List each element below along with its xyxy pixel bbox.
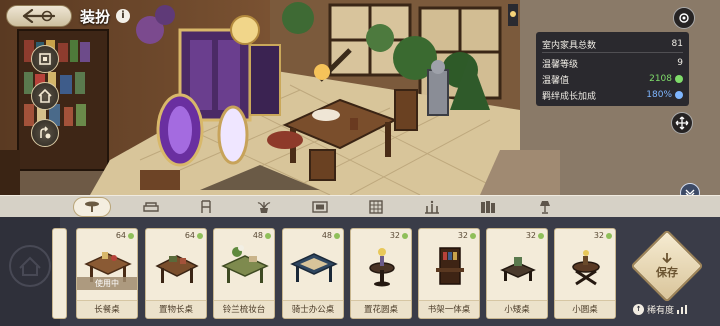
page-title: 装扮 [80,7,111,26]
books-icon [481,201,495,213]
download-arrow-icon [662,253,672,264]
home-icon [38,89,52,103]
frame-icon [312,201,328,213]
stat-label: 温馨值 [542,75,570,86]
item-count: 32 [457,231,468,240]
count-coin-icon [197,232,203,239]
small-round-table-image [572,250,600,286]
item-card[interactable]: 48 骑士办公桌 [282,228,344,319]
count-coin-icon [334,232,340,239]
bookshelf-desk-image [436,247,464,285]
table-icon [85,201,99,212]
stat-cozy-value: 温馨值 2108 [542,71,683,87]
stat-bond-bonus: 羁绊成长加成 180% [542,87,683,103]
stat-value: 9 [677,58,683,68]
item-card[interactable]: 32 小圆桌 [554,228,616,319]
item-name: 书架一体桌 [419,300,479,318]
stat-cozy-level: 温馨等级 9 [542,55,683,71]
stat-label: 羁绊成长加成 [542,91,597,102]
item-card[interactable]: 64 使用中 长餐桌 [76,228,138,319]
tab-rugs[interactable] [357,197,395,217]
rotate-hand-icon [40,126,51,139]
camera-button[interactable] [673,7,695,29]
item-name: 置花圆桌 [351,300,411,318]
rarity-sort[interactable]: ↑ 稀有度 [633,303,688,316]
count-coin-icon [606,232,612,239]
plant-icon [257,202,271,213]
sofa-icon [143,202,159,212]
stat-value: 180% [646,90,672,100]
item-count: 32 [389,231,400,240]
layout-frame-button[interactable] [31,45,59,73]
item-card-partial[interactable] [52,228,67,319]
bond-gem-icon [675,91,683,99]
flower-round-table-image [369,248,395,287]
layout-frame-icon [39,53,51,65]
stat-value: 81 [671,39,683,49]
item-name: 小矮桌 [487,300,547,318]
back-button[interactable] [6,5,72,27]
item-count: 32 [593,231,604,240]
rotate-hand-button[interactable] [31,119,59,147]
move-arrows-icon [675,116,689,130]
item-card[interactable]: 64 置物长桌 [145,228,207,319]
tab-sofas[interactable] [132,197,170,217]
sort-icon: ↑ [633,304,644,315]
title-bar: 装扮 i [6,4,131,28]
item-card[interactable]: 32 小矮桌 [486,228,548,319]
item-count: 48 [321,231,332,240]
count-coin-icon [128,232,134,239]
item-count: 48 [252,231,263,240]
tab-tables[interactable] [73,197,111,217]
item-count: 32 [525,231,536,240]
item-name: 小圆桌 [555,300,615,318]
count-coin-icon [470,232,476,239]
bar-sort-icon [677,305,688,314]
tab-lamps[interactable] [526,197,564,217]
item-name: 骑士办公桌 [283,300,343,318]
camera-icon [679,13,689,23]
tab-plants[interactable] [245,197,283,217]
stat-total-furniture: 室内家具总数 81 [542,36,683,53]
count-coin-icon [538,232,544,239]
room-scene[interactable]: 装扮 i 室内家具总数 81 温馨等级 9 温馨值 2108 羁绊成长加成 18… [0,0,720,195]
lamp-icon [540,201,550,214]
tab-books[interactable] [469,197,507,217]
house-badge-icon [9,245,51,287]
item-name: 长餐桌 [77,300,137,318]
count-coin-icon [402,232,408,239]
stat-label: 室内家具总数 [542,40,597,51]
move-button[interactable] [671,112,693,134]
back-arrow-icon [22,9,56,23]
storage-long-table-image [155,255,199,283]
rug-icon [369,200,383,214]
home-button[interactable] [31,82,59,110]
item-count: 64 [184,231,195,240]
tab-frames[interactable] [301,197,339,217]
save-button-content[interactable]: 保存 [641,240,693,292]
tab-chairs[interactable] [187,197,225,217]
save-label: 保存 [656,266,678,279]
item-name: 置物长桌 [146,300,206,318]
low-table-image [500,257,536,281]
category-bar [0,195,720,217]
info-icon[interactable]: i [116,9,131,23]
tab-candles[interactable] [413,197,451,217]
stat-value: 2108 [649,74,672,84]
knight-office-desk-image [290,253,338,282]
count-coin-icon [265,232,271,239]
rarity-label: 稀有度 [647,306,675,316]
item-count: 64 [115,231,126,240]
item-card[interactable]: 48 铃兰梳妆台 [213,228,275,319]
stats-panel: 室内家具总数 81 温馨等级 9 温馨值 2108 羁绊成长加成 180% [536,32,689,106]
chair-icon [201,200,211,213]
item-card[interactable]: 32 置花圆桌 [350,228,412,319]
item-name: 铃兰梳妆台 [214,300,274,318]
candle-icon [425,200,439,214]
lily-vanity-table-image [221,245,269,283]
cozy-coin-icon [675,75,683,83]
in-use-badge: 使用中 [77,277,137,290]
item-card[interactable]: 32 书架一体桌 [418,228,480,319]
stat-label: 温馨等级 [542,59,579,70]
